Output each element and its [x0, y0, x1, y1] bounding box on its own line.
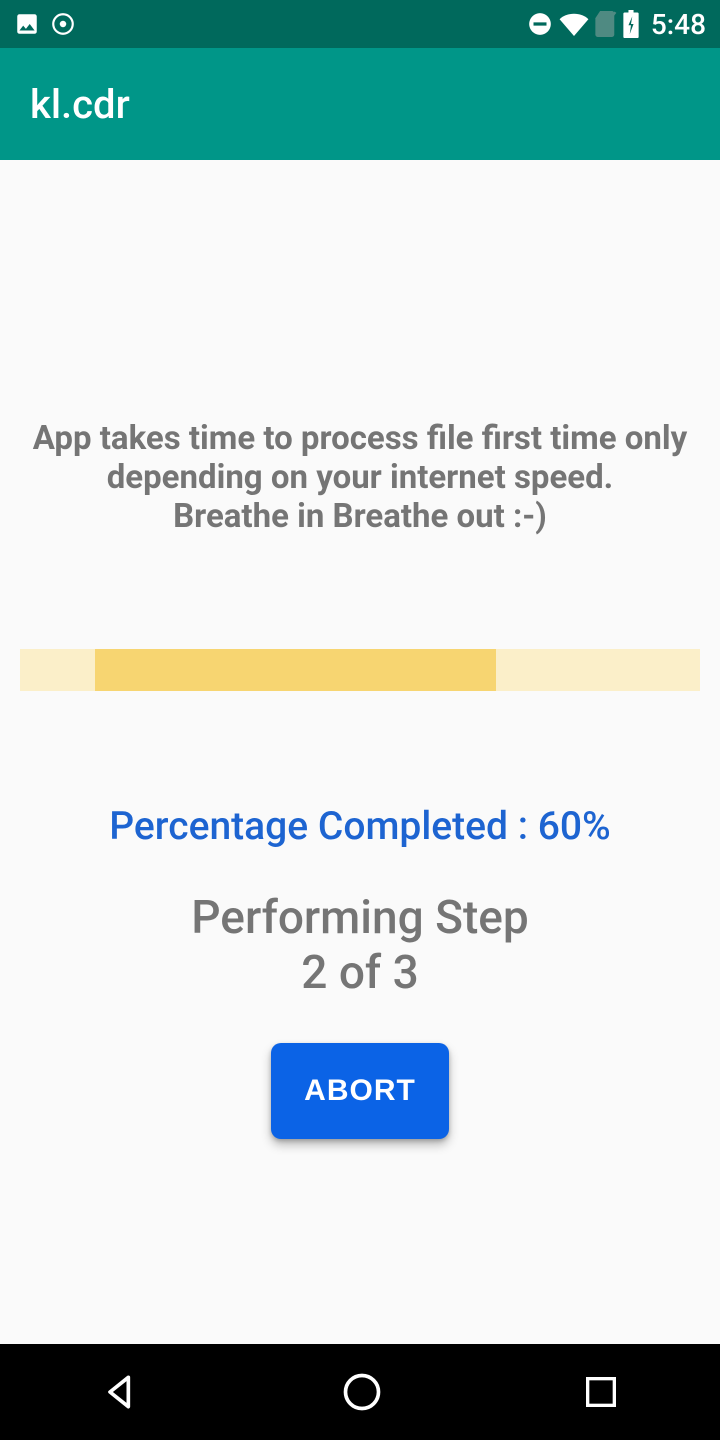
- percentage-completed-label: Percentage Completed : 60%: [20, 803, 700, 849]
- status-time: 5:48: [651, 8, 706, 41]
- page-title: kl.cdr: [30, 81, 130, 128]
- back-button[interactable]: [99, 1370, 143, 1414]
- info-line: depending on your internet speed.: [20, 459, 700, 498]
- info-line: App takes time to process file first tim…: [20, 420, 700, 459]
- app-bar: kl.cdr: [0, 48, 720, 160]
- do-not-disturb-icon: [527, 11, 553, 37]
- no-sim-icon: [595, 11, 617, 37]
- image-icon: [14, 11, 40, 37]
- status-right-icons: 5:48: [527, 8, 706, 41]
- progress-bar: [20, 649, 700, 691]
- navigation-bar: [0, 1344, 720, 1440]
- battery-charging-icon: [623, 10, 639, 38]
- step-line: Performing Step: [20, 891, 700, 946]
- recent-apps-button[interactable]: [581, 1372, 621, 1412]
- step-status: Performing Step 2 of 3: [20, 891, 700, 1001]
- status-bar: 5:48: [0, 0, 720, 48]
- info-line: Breathe in Breathe out :-): [20, 498, 700, 537]
- progress-fill: [95, 649, 496, 691]
- home-button[interactable]: [340, 1370, 384, 1414]
- content-area: App takes time to process file first tim…: [0, 160, 720, 1344]
- step-line: 2 of 3: [20, 946, 700, 1001]
- abort-button[interactable]: ABORT: [271, 1043, 449, 1139]
- info-message: App takes time to process file first tim…: [20, 420, 700, 537]
- circle-icon: [50, 11, 76, 37]
- wifi-icon: [559, 12, 589, 36]
- status-left-icons: [14, 11, 76, 37]
